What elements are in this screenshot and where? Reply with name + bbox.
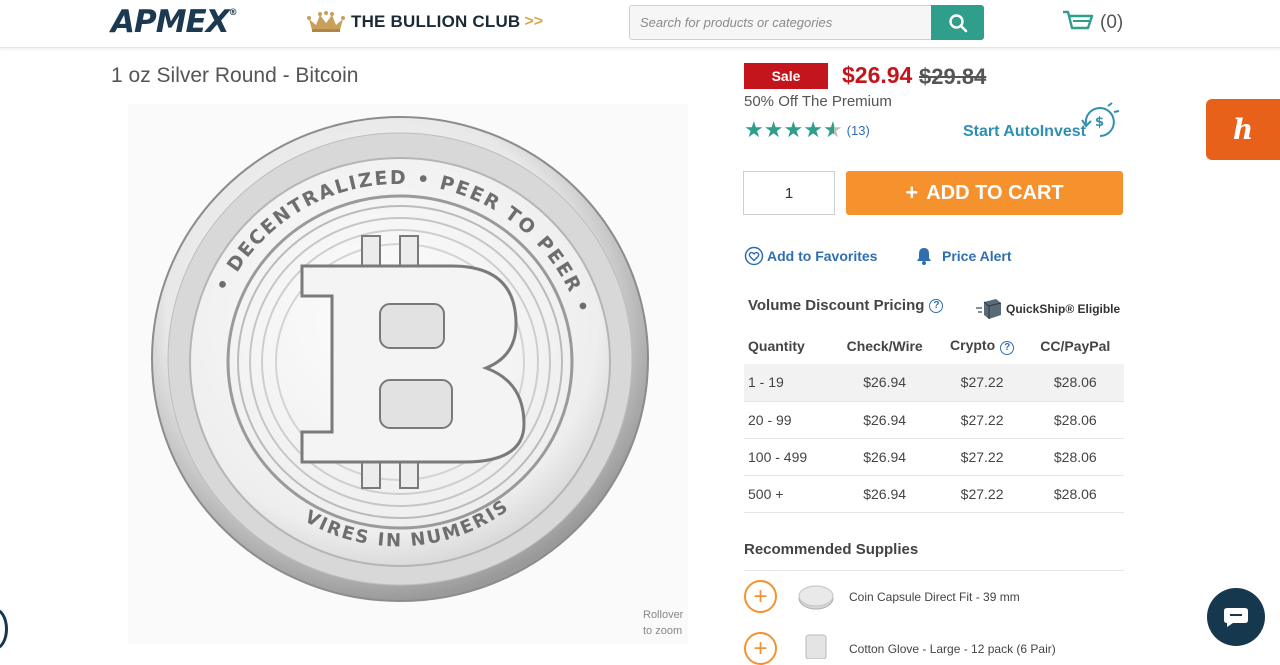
bitcoin-coin-image: • DECENTRALIZED • PEER TO PEER • VIRES I… bbox=[151, 116, 649, 602]
table-row: 20 - 99 $26.94 $27.22 $28.06 bbox=[744, 401, 1124, 439]
bitcoin-symbol bbox=[300, 235, 526, 489]
search-icon bbox=[948, 13, 967, 32]
honey-h-icon: h bbox=[1232, 113, 1254, 146]
heart-icon bbox=[744, 246, 764, 266]
table-row: 500 + $26.94 $27.22 $28.06 bbox=[744, 475, 1124, 513]
rating-stars[interactable]: ★ ★ ★ ★ ★ (13) bbox=[744, 117, 870, 142]
add-supply-button[interactable]: + bbox=[744, 580, 777, 613]
cart-button[interactable]: (0) bbox=[1062, 9, 1123, 37]
plus-icon: + bbox=[905, 180, 919, 205]
recommended-supplies-title: Recommended Supplies bbox=[744, 541, 919, 558]
glove-icon bbox=[805, 634, 827, 659]
col-quantity: Quantity bbox=[748, 338, 805, 354]
coin-capsule-icon bbox=[798, 585, 834, 610]
add-supply-button[interactable]: + bbox=[744, 632, 777, 665]
product-image[interactable]: • DECENTRALIZED • PEER TO PEER • VIRES I… bbox=[128, 104, 688, 644]
product-title: 1 oz Silver Round - Bitcoin bbox=[111, 64, 359, 87]
help-icon[interactable]: ? bbox=[1000, 340, 1015, 355]
chevron-right-icon: >> bbox=[524, 13, 544, 30]
site-header: APMEX® THE BULLION CLUB >> (0) bbox=[0, 0, 1280, 48]
review-count[interactable]: (13) bbox=[847, 123, 870, 138]
sale-badge: Sale bbox=[744, 63, 828, 89]
original-price: $29.84 bbox=[919, 64, 987, 89]
col-check-wire: Check/Wire bbox=[846, 338, 923, 354]
box-icon bbox=[976, 299, 1002, 319]
add-to-favorites-link[interactable]: Add to Favorites bbox=[744, 246, 877, 266]
search-button[interactable] bbox=[931, 5, 984, 40]
honey-extension-button[interactable]: h bbox=[1206, 99, 1280, 160]
col-cc-paypal: CC/PayPal bbox=[1040, 338, 1111, 354]
add-to-cart-button[interactable]: + ADD TO CART bbox=[846, 171, 1123, 215]
star-icon: ★ bbox=[783, 117, 804, 142]
half-star-icon: ★ bbox=[822, 117, 843, 142]
autoinvest-icon: $ bbox=[1081, 102, 1120, 137]
chat-icon bbox=[1224, 608, 1248, 627]
quantity-input[interactable] bbox=[743, 171, 835, 215]
volume-pricing-table: Quantity Check/Wire Crypto? CC/PayPal 1 … bbox=[744, 328, 1124, 513]
crown-icon bbox=[307, 11, 345, 32]
table-row: 1 - 19 $26.94 $27.22 $28.06 bbox=[744, 364, 1124, 402]
cart-icon bbox=[1063, 10, 1094, 30]
help-icon[interactable]: ? bbox=[929, 298, 944, 313]
volume-discount-title: Volume Discount Pricing ? bbox=[748, 297, 944, 314]
bell-icon bbox=[917, 248, 931, 265]
search-input[interactable] bbox=[629, 5, 931, 40]
supply-name[interactable]: Cotton Glove - Large - 12 pack (6 Pair) bbox=[849, 642, 1056, 656]
supply-name[interactable]: Coin Capsule Direct Fit - 39 mm bbox=[849, 590, 1020, 604]
current-price: $26.94 bbox=[842, 62, 913, 88]
quickship-badge: QuickShip® Eligible bbox=[976, 298, 1120, 320]
cart-count: (0) bbox=[1100, 12, 1124, 33]
bullion-club-label: THE BULLION CLUB bbox=[351, 12, 521, 31]
list-item: + Cotton Glove - Large - 12 pack (6 Pair… bbox=[744, 632, 1056, 665]
accessibility-badge[interactable] bbox=[0, 608, 8, 650]
rollover-zoom-hint: Rollover to zoom bbox=[643, 609, 684, 637]
divider bbox=[744, 570, 1124, 571]
price-alert-link[interactable]: Price Alert bbox=[914, 246, 1012, 266]
list-item: + Coin Capsule Direct Fit - 39 mm bbox=[744, 580, 1020, 613]
apmex-logo[interactable]: APMEX® bbox=[111, 4, 238, 40]
star-icon: ★ bbox=[744, 117, 764, 142]
table-row: 100 - 499 $26.94 $27.22 $28.06 bbox=[744, 438, 1124, 476]
star-icon: ★ bbox=[803, 117, 823, 142]
start-autoinvest-link[interactable]: Start AutoInvest bbox=[963, 123, 1086, 141]
bullion-club-link[interactable]: THE BULLION CLUB >> bbox=[306, 11, 543, 33]
star-icon: ★ bbox=[763, 117, 784, 142]
svg-text:$: $ bbox=[1095, 115, 1104, 130]
premium-note: 50% Off The Premium bbox=[744, 93, 892, 110]
col-crypto: Crypto? bbox=[938, 328, 1027, 364]
add-to-cart-label: ADD TO CART bbox=[926, 181, 1064, 204]
chat-button[interactable] bbox=[1207, 588, 1265, 646]
